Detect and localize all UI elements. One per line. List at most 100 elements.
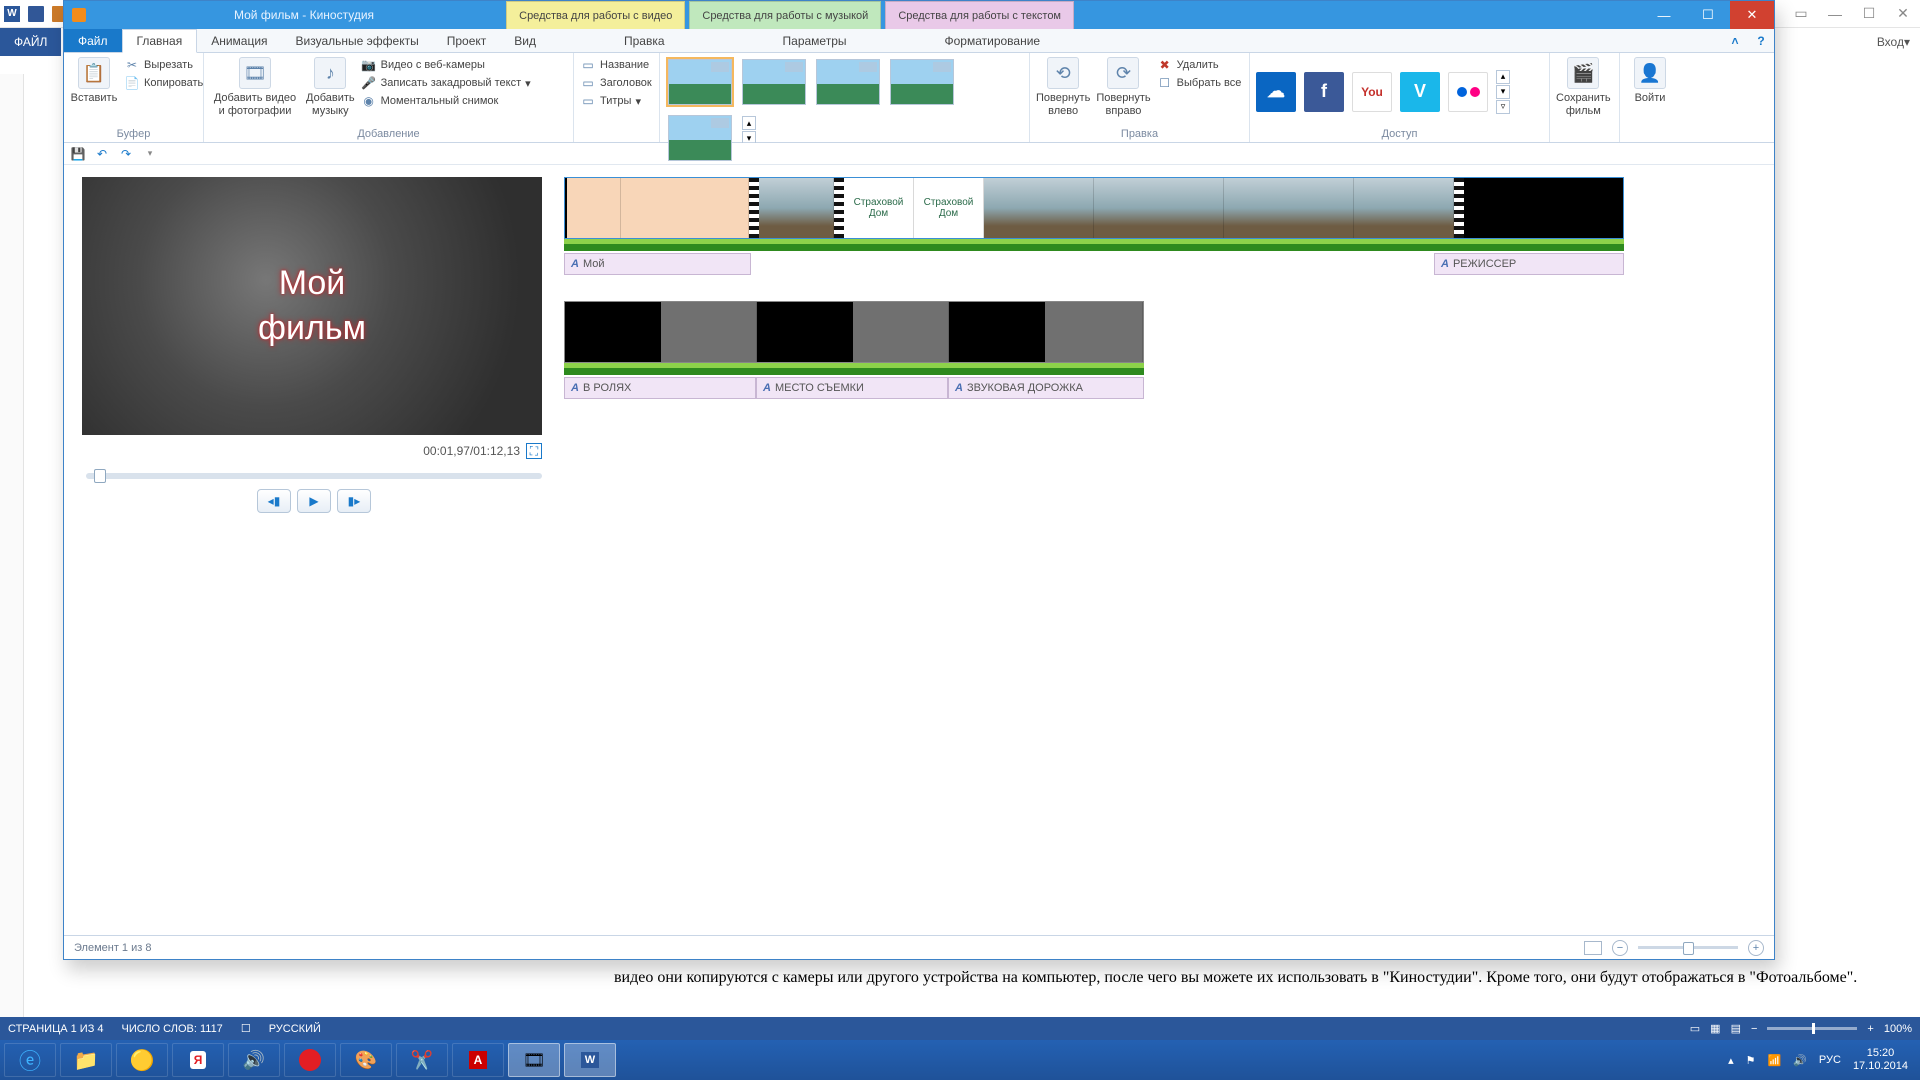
read-mode-icon[interactable]: ▭ xyxy=(1690,1022,1700,1035)
title-button[interactable]: ▭Название xyxy=(580,57,652,73)
theme-gallery-up[interactable]: ▴ xyxy=(742,116,756,130)
theme-thumb-5[interactable] xyxy=(668,115,732,161)
select-all-button[interactable]: ☐Выбрать все xyxy=(1157,75,1242,91)
qat-customize-icon[interactable]: ▾ xyxy=(142,146,158,162)
caption-item[interactable]: AВ РОЛЯХ xyxy=(564,377,756,399)
taskbar-paint[interactable]: 🎨 xyxy=(340,1043,392,1077)
preview-slider[interactable] xyxy=(86,473,542,479)
web-layout-icon[interactable]: ▤ xyxy=(1731,1022,1741,1035)
zoom-slider[interactable] xyxy=(1638,946,1738,949)
facebook-icon[interactable]: f xyxy=(1304,72,1344,112)
mm-titlebar[interactable]: Мой фильм - Киностудия Средства для рабо… xyxy=(64,1,1774,29)
ribbon-help-icon[interactable]: ? xyxy=(1748,29,1774,52)
save-movie-button[interactable]: 🎬Сохранить фильм xyxy=(1556,57,1611,117)
timeline-clip[interactable] xyxy=(1464,178,1544,238)
add-music-button[interactable]: ♪ Добавить музыку xyxy=(306,57,355,117)
timeline-clip[interactable] xyxy=(853,302,949,362)
tab-options[interactable]: Параметры xyxy=(769,29,861,52)
paste-button[interactable]: 📋 Вставить xyxy=(70,57,118,105)
tray-clock[interactable]: 15:2017.10.2014 xyxy=(1853,1047,1908,1073)
print-layout-icon[interactable]: ▦ xyxy=(1710,1022,1720,1035)
taskbar-explorer[interactable]: 📁 xyxy=(60,1043,112,1077)
skydrive-icon[interactable]: ☁ xyxy=(1256,72,1296,112)
word-file-tab[interactable]: ФАЙЛ xyxy=(0,28,61,56)
timeline-clip[interactable] xyxy=(759,178,834,238)
flickr-icon[interactable] xyxy=(1448,72,1488,112)
context-tab-video[interactable]: Средства для работы с видео xyxy=(506,1,685,29)
timeline-clip[interactable] xyxy=(1354,178,1454,238)
taskbar-opera[interactable] xyxy=(284,1043,336,1077)
context-tab-text[interactable]: Средства для работы с текстом xyxy=(885,1,1074,29)
tab-visual-effects[interactable]: Визуальные эффекты xyxy=(282,29,433,52)
taskbar-yandex[interactable]: Я xyxy=(172,1043,224,1077)
play-button[interactable]: ▶ xyxy=(297,489,331,513)
tab-home[interactable]: Главная xyxy=(122,29,198,53)
caption-button[interactable]: ▭Заголовок xyxy=(580,75,652,91)
mm-close-button[interactable]: ✕ xyxy=(1730,1,1774,29)
theme-thumb-3[interactable] xyxy=(816,59,880,105)
tab-file[interactable]: Файл xyxy=(64,29,122,52)
zoom-out-button[interactable]: − xyxy=(1612,940,1628,956)
taskbar-chrome[interactable]: 🟡 xyxy=(116,1043,168,1077)
prev-frame-button[interactable]: ◂▮ xyxy=(257,489,291,513)
taskbar-reader[interactable]: A xyxy=(452,1043,504,1077)
zoom-in-button[interactable]: + xyxy=(1867,1023,1873,1035)
delete-button[interactable]: ✖Удалить xyxy=(1157,57,1242,73)
youtube-icon[interactable]: You xyxy=(1352,72,1392,112)
rotate-left-button[interactable]: ⟲Повернуть влево xyxy=(1036,57,1090,117)
status-page[interactable]: СТРАНИЦА 1 ИЗ 4 xyxy=(8,1023,104,1035)
qat-save-icon[interactable]: 💾 xyxy=(70,146,86,162)
status-words[interactable]: ЧИСЛО СЛОВ: 1117 xyxy=(122,1023,223,1035)
zoom-slider[interactable] xyxy=(1767,1027,1857,1030)
zoom-level[interactable]: 100% xyxy=(1884,1023,1912,1035)
timeline-clip[interactable] xyxy=(984,178,1094,238)
vimeo-icon[interactable]: V xyxy=(1400,72,1440,112)
audio-track[interactable] xyxy=(564,239,1624,251)
word-login[interactable]: Вход ▾ xyxy=(1867,28,1920,56)
video-preview[interactable]: Мойфильм xyxy=(82,177,542,435)
zoom-in-button[interactable]: + xyxy=(1748,940,1764,956)
timeline-clip[interactable] xyxy=(757,302,853,362)
taskbar-moviemaker[interactable]: 🎞 xyxy=(508,1043,560,1077)
tab-edit[interactable]: Правка xyxy=(610,29,679,52)
copy-button[interactable]: 📄Копировать xyxy=(124,75,203,91)
audio-track[interactable] xyxy=(564,363,1144,375)
caption-item[interactable]: AМЕСТО СЪЕМКИ xyxy=(756,377,948,399)
status-lang[interactable]: РУССКИЙ xyxy=(269,1023,321,1035)
zoom-out-button[interactable]: − xyxy=(1751,1023,1757,1035)
tray-volume-icon[interactable]: 🔊 xyxy=(1793,1054,1807,1067)
share-gallery-down[interactable]: ▾ xyxy=(1496,85,1510,99)
webcam-button[interactable]: 📷Видео с веб-камеры xyxy=(361,57,531,73)
timeline-clip[interactable] xyxy=(565,302,661,362)
taskbar-ie[interactable]: ⓔ xyxy=(4,1043,56,1077)
timeline-clip[interactable] xyxy=(1045,302,1143,362)
maximize-icon[interactable]: ☐ xyxy=(1856,4,1882,24)
tray-expand-icon[interactable]: ▴ xyxy=(1728,1054,1734,1067)
fullscreen-icon[interactable]: ⛶ xyxy=(526,443,542,459)
credits-button[interactable]: ▭Титры ▾ xyxy=(580,93,652,109)
rotate-right-button[interactable]: ⟳Повернуть вправо xyxy=(1096,57,1150,117)
timeline-clip[interactable] xyxy=(621,178,749,238)
theme-thumb-1[interactable] xyxy=(668,59,732,105)
share-gallery-more[interactable]: ▿ xyxy=(1496,100,1510,114)
ribbon-collapse-icon[interactable]: ˄ xyxy=(1722,29,1748,52)
signin-button[interactable]: 👤Войти xyxy=(1626,57,1674,105)
tray-flag-icon[interactable]: ⚑ xyxy=(1746,1054,1756,1067)
taskbar-word[interactable]: W xyxy=(564,1043,616,1077)
cut-button[interactable]: ✂Вырезать xyxy=(124,57,203,73)
timeline-clip[interactable] xyxy=(1544,178,1623,238)
qat-undo-icon[interactable]: ↶ xyxy=(94,146,110,162)
tray-network-icon[interactable]: 📶 xyxy=(1768,1054,1782,1067)
mm-minimize-button[interactable]: ― xyxy=(1642,1,1686,29)
caption-item[interactable]: AМой xyxy=(564,253,751,275)
qat-redo-icon[interactable]: ↷ xyxy=(118,146,134,162)
window-restore-icon[interactable]: ▭ xyxy=(1788,4,1814,24)
tab-animation[interactable]: Анимация xyxy=(197,29,281,52)
tray-lang[interactable]: РУС xyxy=(1819,1054,1841,1066)
timeline-clip[interactable] xyxy=(661,302,757,362)
tab-format[interactable]: Форматирование xyxy=(931,29,1055,52)
timeline-clip[interactable] xyxy=(949,302,1045,362)
caption-item[interactable]: AРЕЖИССЕР xyxy=(1434,253,1624,275)
caption-item[interactable]: AЗВУКОВАЯ ДОРОЖКА xyxy=(948,377,1144,399)
voiceover-button[interactable]: 🎤Записать закадровый текст ▾ xyxy=(361,75,531,91)
